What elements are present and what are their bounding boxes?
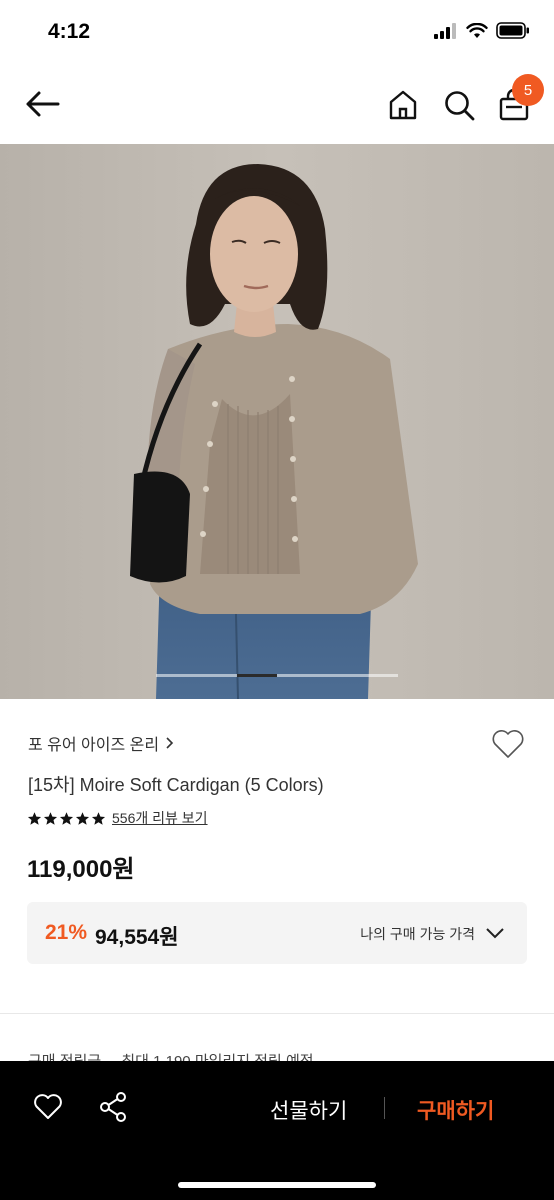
gallery-indicator-active (237, 674, 277, 677)
discount-rate: 21% (45, 921, 88, 944)
my-price-label: 나의 구매 가능 가격 (360, 926, 475, 942)
product-price: 119,000원 (27, 856, 135, 883)
product-title: [15차] Moire Soft Cardigan (5 Colors) (28, 775, 324, 795)
heart-icon[interactable] (490, 727, 526, 761)
bottom-bar-separator (384, 1097, 385, 1119)
star-icon (75, 811, 90, 825)
back-arrow-icon[interactable] (22, 86, 62, 122)
status-icons (434, 22, 530, 39)
product-image[interactable] (0, 144, 554, 699)
gallery-indicator-track (156, 674, 398, 677)
wifi-icon (466, 22, 488, 38)
brand-link[interactable]: 포 유어 아이즈 온리 (28, 731, 174, 755)
chevron-right-icon (166, 737, 174, 749)
bottom-action-bar: 선물하기 구매하기 (0, 1061, 554, 1200)
gift-button[interactable]: 선물하기 (270, 1095, 347, 1125)
battery-icon (496, 22, 529, 39)
rating-stars (27, 811, 106, 826)
star-icon (43, 811, 58, 825)
rating-row: 556개 리뷰 보기 (27, 808, 208, 828)
chevron-down-icon (486, 928, 504, 939)
cart-count-badge: 5 (512, 74, 544, 106)
heart-icon[interactable] (32, 1091, 64, 1123)
status-bar: 4:12 (0, 0, 554, 64)
status-time: 4:12 (48, 20, 91, 43)
section-divider (0, 1013, 554, 1014)
star-icon (27, 811, 42, 825)
sale-price: 94,554원 (95, 926, 179, 949)
star-icon (59, 811, 74, 825)
home-indicator (178, 1182, 376, 1188)
search-icon[interactable] (442, 88, 476, 122)
nav-bar (0, 64, 554, 144)
review-link[interactable]: 556개 리뷰 보기 (112, 808, 208, 828)
share-icon[interactable] (98, 1091, 128, 1123)
signal-icon (434, 22, 456, 39)
brand-name: 포 유어 아이즈 온리 (28, 737, 160, 754)
buy-button[interactable]: 구매하기 (417, 1095, 494, 1125)
my-price-toggle[interactable]: 21% 94,554원 나의 구매 가능 가격 (27, 902, 527, 964)
home-icon[interactable] (386, 88, 420, 122)
star-icon (91, 811, 106, 825)
